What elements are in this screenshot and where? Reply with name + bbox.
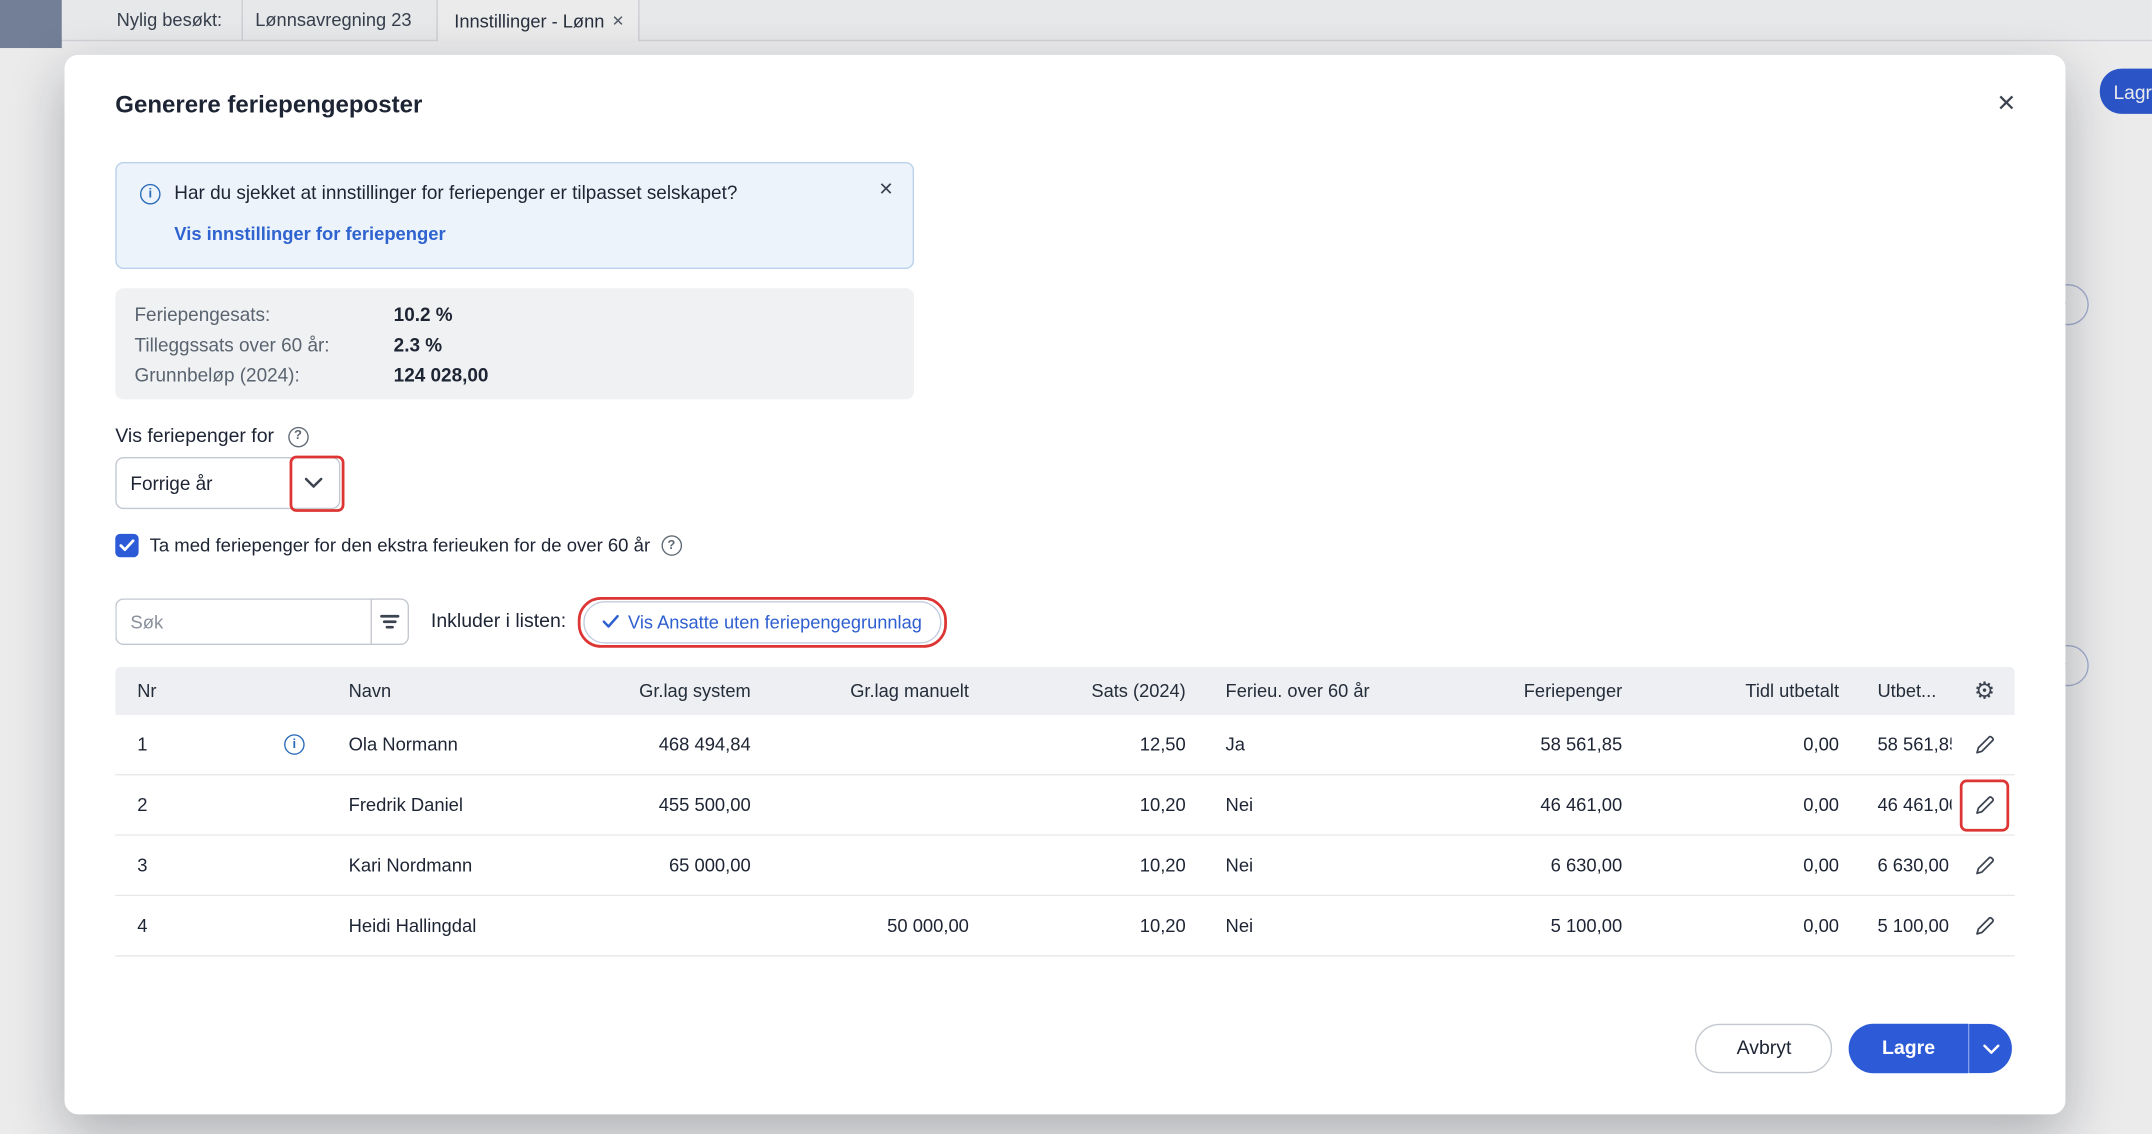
- cell-navn: Fredrik Daniel: [321, 795, 604, 816]
- table-row: 1 i Ola Normann 468 494,84 12,50 Ja 58 5…: [115, 715, 2014, 775]
- header-ferieuke-over60: Ferieu. over 60 år: [1194, 681, 1386, 702]
- cell-navn: Ola Normann: [321, 734, 604, 755]
- table-row: 2 Fredrik Daniel 455 500,00 10,20 Nei 46…: [115, 775, 2014, 835]
- cell-tidl-utbetalt: 0,00: [1630, 855, 1847, 876]
- table-row: 3 Kari Nordmann 65 000,00 10,20 Nei 6 63…: [115, 836, 2014, 896]
- header-actions: ⚙: [1954, 679, 2014, 702]
- dialog-title: Generere feriepengeposter: [115, 91, 422, 120]
- summary-row: Grunnbeløp (2024): 124 028,00: [134, 361, 914, 391]
- header-grlag-system: Gr.lag system: [604, 681, 762, 702]
- pencil-icon: [1973, 854, 1996, 877]
- period-label: Vis feriepenger for: [115, 425, 274, 447]
- period-select[interactable]: Forrige år: [115, 457, 340, 509]
- summary-value: 10.2 %: [394, 305, 453, 326]
- cell-sats: 10,20: [977, 795, 1194, 816]
- cell-utbetales: 6 630,00: [1877, 856, 1949, 877]
- dialog-close-icon[interactable]: ✕: [1996, 91, 2016, 118]
- over60-checkbox-label: Ta med feriepenger for den ekstra ferieu…: [150, 535, 651, 556]
- save-options-chevron-icon[interactable]: [1968, 1024, 2012, 1073]
- show-employees-without-basis-button[interactable]: Vis Ansatte uten feriepengegrunnlag: [583, 600, 941, 643]
- cell-tidl-utbetalt: 0,00: [1630, 734, 1847, 755]
- edit-row-button[interactable]: [1965, 846, 2003, 884]
- header-sats: Sats (2024): [977, 681, 1194, 702]
- cell-navn: Kari Nordmann: [321, 855, 604, 876]
- summary-label: Feriepengesats:: [134, 301, 388, 331]
- cell-tidl-utbetalt: 0,00: [1630, 795, 1847, 816]
- search-input[interactable]: [115, 598, 370, 645]
- cell-grlag-system: 65 000,00: [604, 855, 762, 876]
- generate-holiday-pay-dialog: Generere feriepengeposter ✕ i Har du sje…: [65, 55, 2066, 1114]
- column-settings-gear-icon[interactable]: ⚙: [1974, 679, 1995, 702]
- summary-row: Tilleggssats over 60 år: 2.3 %: [134, 331, 914, 361]
- show-settings-link[interactable]: Vis innstillinger for feriepenger: [174, 224, 445, 245]
- cell-nr: 1: [137, 734, 147, 755]
- row-info-icon[interactable]: i: [284, 734, 305, 755]
- header-navn: Navn: [321, 681, 604, 702]
- period-label-row: Vis feriepenger for ?: [115, 425, 308, 447]
- help-icon[interactable]: ?: [661, 535, 682, 556]
- summary-value: 2.3 %: [394, 335, 442, 356]
- summary-label: Grunnbeløp (2024):: [134, 361, 388, 391]
- header-feriepenger: Feriepenger: [1386, 681, 1630, 702]
- cell-nr: 4: [137, 915, 147, 936]
- cell-grlag-system: 455 500,00: [604, 795, 762, 816]
- summary-label: Tilleggssats over 60 år:: [134, 331, 388, 361]
- holiday-pay-table: Nr Navn Gr.lag system Gr.lag manuelt Sat…: [115, 667, 2014, 957]
- cell-over60: Nei: [1194, 915, 1386, 936]
- cell-utbetales: 58 561,85: [1877, 735, 1951, 756]
- settings-info-banner: i Har du sjekket at innstillinger for fe…: [115, 162, 914, 269]
- summary-row: Feriepengesats: 10.2 %: [134, 301, 914, 331]
- cell-feriepenger: 46 461,00: [1386, 795, 1630, 816]
- search-filter-row: Inkluder i listen: Vis Ansatte uten feri…: [115, 598, 941, 645]
- cell-navn: Heidi Hallingdal: [321, 915, 604, 936]
- pencil-icon: [1973, 733, 1996, 756]
- cell-feriepenger: 6 630,00: [1386, 855, 1630, 876]
- header-tidl-utbetalt: Tidl utbetalt: [1630, 681, 1847, 702]
- edit-row-button[interactable]: [1965, 725, 2003, 763]
- save-split-button: Lagre: [1849, 1024, 2012, 1073]
- filter-icon[interactable]: [371, 598, 409, 645]
- cell-grlag-manuelt: 50 000,00: [762, 915, 977, 936]
- cell-sats: 10,20: [977, 915, 1194, 936]
- cell-utbetales: 46 461,00: [1877, 795, 1951, 816]
- chevron-down-icon[interactable]: [287, 478, 339, 489]
- cell-feriepenger: 58 561,85: [1386, 734, 1630, 755]
- table-header-row: Nr Navn Gr.lag system Gr.lag manuelt Sat…: [115, 667, 2014, 715]
- pencil-icon: [1973, 914, 1996, 937]
- pencil-icon: [1973, 793, 1996, 816]
- dialog-footer: Avbryt Lagre: [1695, 1024, 2012, 1073]
- banner-close-icon[interactable]: ✕: [878, 178, 893, 200]
- save-button[interactable]: Lagre: [1849, 1024, 1968, 1073]
- table-row: 4 Heidi Hallingdal 50 000,00 10,20 Nei 5…: [115, 896, 2014, 956]
- edit-row-button[interactable]: [1965, 786, 2003, 824]
- cell-nr: 3: [137, 855, 147, 876]
- header-utbetales: Utbet...: [1847, 681, 1954, 702]
- cell-utbetales: 5 100,00: [1877, 916, 1949, 937]
- header-grlag-manuelt: Gr.lag manuelt: [762, 681, 977, 702]
- summary-value: 124 028,00: [394, 365, 489, 386]
- cell-nr: 2: [137, 795, 147, 816]
- period-selected-value: Forrige år: [117, 473, 287, 494]
- edit-row-button[interactable]: [1965, 906, 2003, 944]
- cell-sats: 10,20: [977, 855, 1194, 876]
- cell-over60: Nei: [1194, 855, 1386, 876]
- banner-message: Har du sjekket at innstillinger for feri…: [174, 183, 737, 204]
- over60-checkbox-checked[interactable]: [115, 534, 138, 557]
- cell-feriepenger: 5 100,00: [1386, 915, 1630, 936]
- include-button-label: Vis Ansatte uten feriepengegrunnlag: [628, 611, 922, 632]
- cell-tidl-utbetalt: 0,00: [1630, 915, 1847, 936]
- header-nr: Nr: [115, 681, 321, 702]
- cell-sats: 12,50: [977, 734, 1194, 755]
- cell-grlag-system: 468 494,84: [604, 734, 762, 755]
- include-in-list-label: Inkluder i listen:: [431, 611, 566, 633]
- help-icon[interactable]: ?: [288, 426, 309, 447]
- rates-summary-box: Feriepengesats: 10.2 % Tilleggssats over…: [115, 288, 914, 399]
- cell-over60: Nei: [1194, 795, 1386, 816]
- over60-checkbox-row: Ta med feriepenger for den ekstra ferieu…: [115, 534, 681, 557]
- info-icon: i: [140, 184, 161, 205]
- cell-over60: Ja: [1194, 734, 1386, 755]
- cancel-button[interactable]: Avbryt: [1695, 1024, 1832, 1073]
- screen: Nylig besøkt: Lønnsavregning 23 Innstill…: [0, 0, 2152, 1134]
